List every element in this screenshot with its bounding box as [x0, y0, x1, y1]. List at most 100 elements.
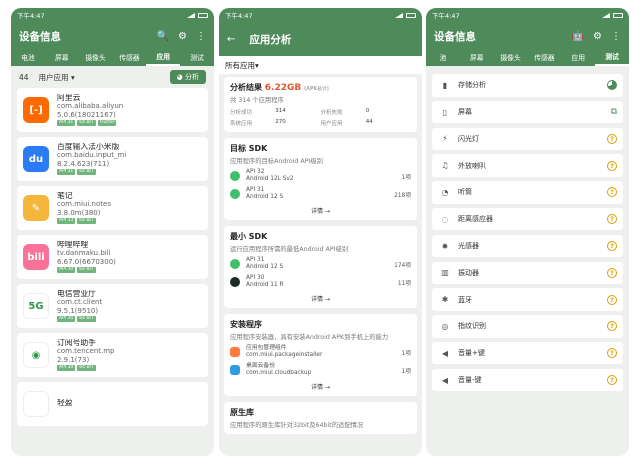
help-icon: ?: [607, 241, 617, 252]
badge: API 30: [57, 316, 76, 323]
test-item[interactable]: ▯ 屏幕 ⧉: [432, 100, 623, 124]
list-item[interactable]: API 31 Android 12 S 174项: [230, 257, 411, 271]
badge: API 30: [57, 365, 76, 372]
test-item[interactable]: ◀ 音量-键?: [432, 368, 623, 392]
more-icon[interactable]: ⋮: [611, 31, 621, 42]
page-title: 应用分析: [249, 33, 292, 46]
android-icon: [230, 171, 240, 181]
app-name: 订阅号助手: [57, 338, 96, 347]
tab-screen[interactable]: 屏幕: [460, 52, 494, 65]
app-icon: du: [23, 146, 49, 172]
tab-apps[interactable]: 应用: [146, 51, 181, 66]
back-arrow-icon[interactable]: ←: [227, 34, 235, 45]
android-icon: [230, 189, 240, 199]
more-icon[interactable]: ⋮: [196, 31, 206, 42]
app-list: [-] 阿里云 com.alibaba.aliyun 5.0.6(1802116…: [11, 88, 214, 426]
test-icon: ♫: [441, 161, 449, 171]
help-icon: ?: [607, 267, 617, 278]
badge: 64 BIT: [77, 120, 96, 127]
test-item[interactable]: ◀ 音量+键?: [432, 341, 623, 365]
app-package: com.baidu.input_mi: [57, 151, 127, 160]
details-link[interactable]: 详情 →: [230, 382, 411, 391]
help-icon: ?: [607, 160, 617, 171]
list-item[interactable]: 轻盈: [17, 382, 208, 426]
tab-camera[interactable]: 摄像头: [494, 52, 528, 65]
tab-sensor[interactable]: 传感器: [527, 52, 561, 65]
test-item[interactable]: ✱ 蓝牙?: [432, 288, 623, 311]
tab-test[interactable]: 测试: [180, 52, 214, 65]
toolbar: 设备信息 🤖 ⚙ ⋮: [426, 22, 629, 50]
app-name: 阿里云: [57, 93, 81, 102]
list-item[interactable]: du 百度输入法小米版 com.baidu.input_mi 8.2.4.623…: [17, 137, 208, 181]
signal-icon: [602, 12, 610, 18]
test-item[interactable]: ✹ 光感器?: [432, 234, 623, 258]
tab-bar: 电池 屏幕 摄像头 传感器 应用 测试: [11, 50, 214, 66]
list-item[interactable]: 应用包管理组件 com.miui.packageinstaller 1项: [230, 345, 411, 359]
tab-screen[interactable]: 屏幕: [45, 52, 79, 65]
details-link[interactable]: 详情 →: [230, 294, 411, 303]
analysis-content: 分析结果 6.22GB (APK总计) 共 314 个应用程序 分析成功 314 …: [219, 77, 422, 434]
app-version: 8.2.4.623(711): [57, 159, 110, 168]
list-item[interactable]: ◉ 订阅号助手 com.tencent.mp 2.9.1(73) API 30 6…: [17, 333, 208, 377]
list-item[interactable]: API 31 Android 12 S 218项: [230, 187, 411, 201]
filter-dropdown[interactable]: 用户应用 ▾: [39, 72, 170, 83]
app-package: com.alibaba.aliyun: [57, 102, 124, 111]
badge: 64 BIT: [77, 316, 96, 323]
test-item[interactable]: ◌ 距离感应器?: [432, 207, 623, 231]
list-item[interactable]: bili 哔哩哔哩 tv.danmaku.bili 6.67.0(6670300…: [17, 235, 208, 279]
chevron-down-icon: ▾: [255, 60, 259, 70]
battery-icon: [198, 12, 208, 18]
list-item[interactable]: 5G 电信营业厅 com.ct.client 9.5.1(9510) API 3…: [17, 284, 208, 328]
help-icon: ?: [607, 133, 617, 144]
status-bar: 下午4:47: [219, 8, 422, 22]
list-item[interactable]: [-] 阿里云 com.alibaba.aliyun 5.0.6(1802116…: [17, 88, 208, 132]
badge: API 31: [57, 169, 76, 176]
toolbar: 设备信息 🔍 ⚙ ⋮: [11, 22, 214, 50]
android-robot-icon[interactable]: 🤖: [572, 31, 584, 42]
tab-test[interactable]: 测试: [595, 51, 629, 66]
filter-dropdown[interactable]: 所有应用 ▾: [219, 56, 422, 74]
test-item[interactable]: ▮ 存储分析: [432, 74, 623, 97]
help-icon: ?: [607, 321, 617, 332]
analyze-button[interactable]: ◕ 分析: [169, 70, 206, 84]
gear-icon[interactable]: ⚙: [178, 31, 187, 42]
test-icon: ◀: [441, 375, 449, 385]
android-icon: [230, 259, 240, 269]
screen-app-analysis: 下午4:47 ← 应用分析 所有应用 ▾ 分析结果 6.22GB (APK总计)…: [219, 8, 422, 456]
list-item[interactable]: ✎ 笔记 com.miui.notes 3.8.0m(380) API 33 64…: [17, 186, 208, 230]
tab-apps[interactable]: 应用: [561, 52, 595, 65]
tab-battery[interactable]: 电池: [11, 52, 45, 65]
app-package: com.ct.client: [57, 298, 103, 307]
list-item[interactable]: API 32 Android 12L Sv2 1项: [230, 169, 411, 183]
test-item[interactable]: ▥ 振动器?: [432, 261, 623, 285]
test-icon: ▥: [441, 268, 449, 278]
list-item[interactable]: 桌面云备份 com.miui.cloudbackup 1项: [230, 363, 411, 377]
test-item[interactable]: ◎ 指纹识别?: [432, 315, 623, 338]
app-version: 2.9.1(73): [57, 355, 90, 364]
app-name: 轻盈: [57, 399, 73, 408]
app-package: com.tencent.mp: [57, 347, 115, 356]
details-link[interactable]: 详情 →: [230, 206, 411, 215]
test-item[interactable]: ⚡ 闪光灯?: [432, 127, 623, 151]
app-icon: 5G: [23, 293, 49, 319]
signal-icon: [395, 12, 403, 18]
app-icon: [-]: [23, 97, 49, 123]
test-item[interactable]: ◔ 听筒?: [432, 181, 623, 204]
help-icon: ?: [607, 187, 617, 198]
battery-icon: [406, 12, 416, 18]
test-item[interactable]: ♫ 外放喇叭?: [432, 154, 623, 177]
filter-bar: 44 用户应用 ▾ ◕ 分析: [11, 66, 214, 88]
app-count: 44: [19, 72, 29, 82]
app-package: com.miui.notes: [57, 200, 111, 209]
list-item[interactable]: API 30 Android 11 R 11项: [230, 275, 411, 289]
tab-battery[interactable]: 池: [426, 52, 460, 65]
badge: 64 BIT: [77, 218, 96, 225]
status-bar: 下午4:47: [426, 8, 629, 22]
apk-size: 6.22GB: [264, 83, 302, 93]
app-version: 6.67.0(6670300): [57, 257, 116, 266]
search-icon[interactable]: 🔍: [157, 31, 169, 42]
app-bar: 下午4:47 设备信息 🤖 ⚙ ⋮ 池 屏幕 摄像头 传感器 应用 测试: [426, 8, 629, 66]
tab-sensor[interactable]: 传感器: [112, 52, 146, 65]
tab-camera[interactable]: 摄像头: [79, 52, 113, 65]
gear-icon[interactable]: ⚙: [593, 31, 602, 42]
